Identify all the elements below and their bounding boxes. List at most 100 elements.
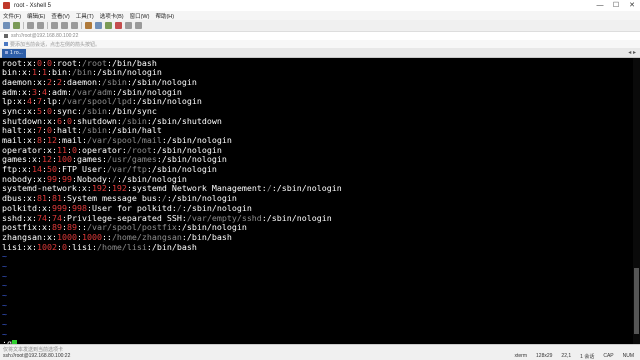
help-icon[interactable] [135, 22, 142, 29]
terminal-text: :systemd Network Management: [126, 183, 267, 194]
add-session-arrow-icon[interactable] [4, 42, 8, 46]
menu-file[interactable]: 文件(F) [3, 12, 21, 20]
terminal-text: bin [2, 67, 17, 78]
terminal-text: :root: [51, 58, 82, 68]
empty-line-tilde: ~ [2, 280, 7, 291]
terminal-text: polkitd [2, 202, 37, 213]
terminal-text: :x: [41, 115, 57, 126]
copy-icon[interactable] [51, 22, 58, 29]
terminal-text: lisi [2, 241, 22, 252]
terminal-text: /sbin [101, 76, 127, 87]
close-button[interactable]: ✕ [624, 0, 640, 11]
lock-screen-icon[interactable] [125, 22, 132, 29]
terminal-text: :x: [76, 183, 92, 194]
window-controls: — ☐ ✕ [592, 0, 640, 11]
terminal-text: /var/empty/sshd [186, 212, 262, 223]
title-bar: root - Xshell 5 — ☐ ✕ [0, 0, 640, 11]
status-items: xterm 128x29 22,1 1 会话 CAP NUM [506, 353, 634, 360]
tab-bar: 1 ro... ◂ ▸ [0, 48, 640, 58]
terminal-text: dbus [2, 193, 22, 204]
terminal-text: daemon [2, 76, 32, 87]
terminal-text: :FTP User: [57, 164, 107, 175]
terminal-text: :/sbin/nologin [161, 135, 232, 145]
tab-session-1[interactable]: 1 ro... [2, 49, 26, 58]
menu-tools[interactable]: 工具(T) [76, 12, 94, 20]
menu-tabs[interactable]: 选项卡(B) [100, 12, 124, 20]
terminal-text: :/sbin/nologin [116, 173, 187, 184]
toolbar [0, 20, 640, 31]
paste-icon[interactable] [61, 22, 68, 29]
terminal-text: 1002 [36, 241, 57, 252]
terminal-text: 1000 [81, 231, 102, 242]
terminal-text: 11 [56, 144, 67, 155]
terminal-text: :x: [21, 212, 37, 223]
menu-help[interactable]: 帮助(H) [155, 12, 174, 20]
terminal-view[interactable]: root:x:0:0:root:/root:/bin/bash bin:x:1:1… [0, 58, 640, 344]
terminal-text: 14 [32, 164, 42, 175]
terminal-text: /sbin [121, 115, 147, 126]
new-session-icon[interactable] [3, 22, 10, 29]
terminal-text: ftp [2, 164, 17, 175]
terminal-text: :x: [21, 193, 37, 204]
maximize-button[interactable]: ☐ [608, 0, 624, 11]
terminal-text: /home/lisi [96, 241, 147, 252]
toolbar-divider [47, 22, 48, 29]
terminal-text: 89 [51, 222, 62, 233]
connect-icon[interactable] [27, 22, 34, 29]
empty-line-tilde: ~ [2, 290, 7, 300]
font-icon[interactable] [95, 22, 102, 29]
terminal-line: lisi:x:1002:0:lisi:/home/lisi:/bin/bash [2, 241, 640, 253]
terminal-text: :/sbin/nologin [146, 164, 217, 175]
terminal-text: :x: [36, 222, 52, 233]
disconnect-icon[interactable] [37, 22, 44, 29]
terminal-text: 192 [91, 183, 107, 194]
terminal-text: :/sbin/nologin [126, 76, 197, 87]
terminal-text: halt [2, 125, 22, 136]
empty-line-tilde: ~ [2, 260, 7, 271]
terminal-text: :/bin/bash [146, 241, 197, 252]
terminal-text: /var/spool/mail [86, 135, 162, 145]
minimize-button[interactable]: — [592, 0, 608, 11]
address-bar[interactable]: ssh://root@192.168.80.100:22 [0, 31, 640, 40]
terminal-text: :x: [41, 144, 57, 155]
terminal-text: 1000 [56, 231, 77, 242]
terminal-text: 998 [71, 202, 87, 213]
terminal-text: 12 [46, 135, 57, 145]
terminal-text: :x: [17, 164, 32, 175]
terminal-text: :x: [31, 76, 47, 87]
terminal-text: :x: [36, 202, 52, 213]
terminal-text: :x: [12, 96, 27, 107]
status-bar: 仅将文本发送到当前选项卡 ssh://root@192.168.80.100:2… [0, 344, 640, 360]
terminal-scrollbar[interactable] [633, 58, 640, 344]
properties-icon[interactable] [85, 22, 92, 29]
open-folder-icon[interactable] [13, 22, 20, 29]
transfer-icon[interactable] [105, 22, 112, 29]
script-icon[interactable] [115, 22, 122, 29]
tab-nav-arrows[interactable]: ◂ ▸ [628, 49, 636, 56]
scrollbar-thumb[interactable] [634, 268, 639, 334]
find-icon[interactable] [71, 22, 78, 29]
send-hint: 仅将文本发送到当前选项卡 [3, 347, 64, 353]
terminal-text: :shutdown: [71, 115, 122, 126]
terminal-text: :: [76, 222, 87, 233]
terminal-text: /sbin [81, 105, 107, 116]
terminal-text: :/sbin/nologin [181, 202, 252, 213]
terminal-text: 100 [56, 154, 72, 165]
menu-window[interactable]: 窗口(W) [130, 12, 150, 20]
terminal-text: sshd [2, 212, 22, 223]
terminal-text: 74 [36, 212, 47, 223]
address-icon [4, 34, 8, 38]
empty-line-tilde: ~ [2, 299, 7, 310]
menu-bar: 文件(F) 编辑(E) 查看(V) 工具(T) 选项卡(B) 窗口(W) 帮助(… [0, 11, 640, 20]
empty-line-tilde: ~ [2, 319, 7, 330]
terminal-text: zhangsan [2, 231, 42, 242]
tab-status-icon [5, 51, 8, 55]
menu-view[interactable]: 查看(V) [51, 12, 69, 20]
terminal-text: :/sbin/nologin [261, 212, 332, 223]
terminal-text: :Nobody: [71, 173, 112, 184]
caps-lock-indicator: CAP [603, 353, 614, 359]
terminal-text: :x: [26, 154, 42, 165]
menu-edit[interactable]: 编辑(E) [27, 12, 45, 20]
terminal-text: :lisi: [66, 241, 97, 252]
terminal-text: /sbin [81, 125, 107, 136]
